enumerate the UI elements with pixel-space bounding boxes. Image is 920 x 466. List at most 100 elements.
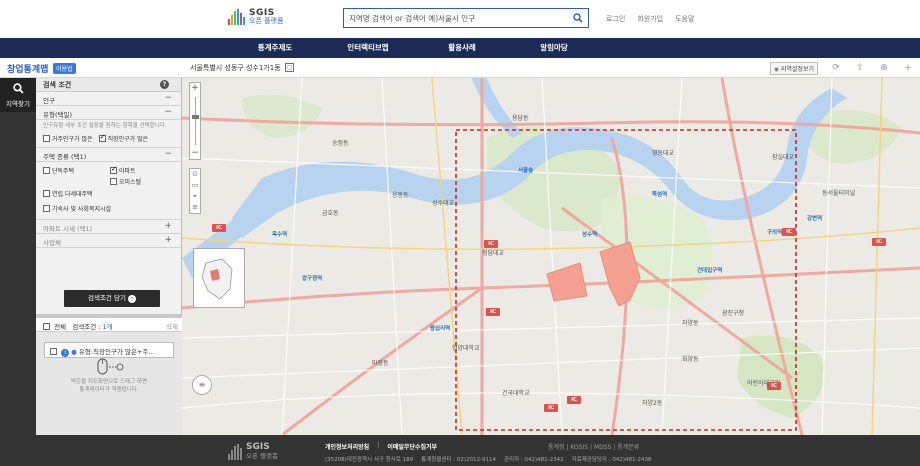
checkbox-multiplex[interactable]: 연립.다세대주택 <box>43 189 93 198</box>
map-label: 성수역 <box>582 232 598 238</box>
logo-bars-icon <box>228 9 245 25</box>
map-label: 화양동 <box>682 356 699 363</box>
ic-marker: IC <box>486 308 500 316</box>
select-all-checkbox[interactable] <box>43 323 50 330</box>
privacy-policy-link[interactable]: 개인정보처리방침 <box>325 442 369 451</box>
share-icon[interactable]: ⇪ <box>848 63 872 73</box>
map-view[interactable]: + − ⊙ ▭ ⌖ ≡ ≡ 서울숲 성수역 뚝섬역 왕십리역 건대입구역 구의역… <box>182 78 920 435</box>
map-label: 잠실대교 <box>772 154 795 161</box>
zoom-in-button[interactable]: + <box>190 83 200 95</box>
sub-bar: 창업통계맵 이용법 서울특별시 성동구 성수1가1동 ▢ ◉ 지역설정보기 ⟳ … <box>0 58 920 78</box>
panel-header: 검색 조건 ? <box>36 78 181 92</box>
tab-label: 지역찾기 <box>6 100 30 108</box>
checkbox-officetel[interactable]: 오피스텔 <box>110 177 141 186</box>
checkbox-dormitory[interactable]: 기숙사 및 사회복지시설 <box>43 204 111 213</box>
zoom-control: + − <box>189 82 201 160</box>
map-label: 자양동 <box>682 320 699 327</box>
login-link[interactable]: 로그인 <box>606 14 625 24</box>
map-canvas <box>182 78 920 435</box>
condition-item[interactable]: i ● 유형:직장인구가 많은+주... <box>44 342 174 358</box>
section-population[interactable]: 인구 − <box>36 92 181 106</box>
expand-icon[interactable]: + <box>164 235 172 245</box>
checkbox-worker-pop[interactable]: 직장인구가 많은 <box>98 133 148 143</box>
help-icon[interactable]: ? <box>160 80 169 89</box>
email-policy-link[interactable]: 이메일무단수집거부 <box>387 442 437 451</box>
app-title: 창업통계맵 <box>7 65 49 75</box>
collapse-icon[interactable]: − <box>164 149 172 159</box>
map-label: 구의역 <box>767 230 783 236</box>
info-icon[interactable]: i <box>61 349 70 357</box>
help-link[interactable]: 도움말 <box>675 14 694 24</box>
footer-logo-title: SGIS <box>246 442 270 452</box>
ic-marker: IC <box>212 224 226 232</box>
print-icon[interactable]: ≡ <box>190 202 200 213</box>
map-label: 서울숲 <box>518 168 534 174</box>
map-label: 송정동 <box>332 140 349 147</box>
map-label: 옥수역 <box>272 232 288 238</box>
minimap-shape <box>201 258 233 300</box>
tab-region-search[interactable]: 지역찾기 <box>0 78 36 112</box>
collapse-icon[interactable]: − <box>164 107 172 117</box>
section-apt-price[interactable]: 아파트 시세 (택1) + <box>36 220 181 234</box>
collapse-icon[interactable]: − <box>164 93 172 103</box>
legend-icon[interactable]: ≡ <box>192 375 212 395</box>
address-select-button[interactable]: ▢ <box>285 63 294 72</box>
map-toolbar: ◉ 지역설정보기 ⟳ ⇪ ⊕ + <box>769 58 920 78</box>
top-links: 로그인 회원가입 도움말 <box>606 14 694 24</box>
bookmark-icon[interactable]: ⊕ <box>872 63 896 73</box>
footer-logo: SGIS 오픈 플랫폼 <box>228 443 278 460</box>
search-box <box>343 8 589 28</box>
footer: SGIS 오픈 플랫폼 개인정보처리방침 | 이메일무단수집거부 (35208)… <box>0 435 920 466</box>
section-housing[interactable]: 주택 종류 (택1) − <box>36 148 181 162</box>
delete-button[interactable]: 삭제 <box>166 321 178 331</box>
overview-minimap[interactable] <box>193 248 245 308</box>
nav-item-cases[interactable]: 활용사례 <box>422 38 502 58</box>
condition-checkbox[interactable] <box>50 348 57 355</box>
checkbox-resident-pop[interactable]: 거주인구가 많은 <box>43 134 93 143</box>
area-icon[interactable]: ▭ <box>190 180 200 191</box>
count-label: 검색조건 : <box>72 323 101 331</box>
ic-marker: IC <box>484 240 498 248</box>
map-label: 강변역 <box>807 216 823 222</box>
footer-info: (35208)대전광역시 서구 청사로 189 통계청콜센터 : 02)2012… <box>325 455 652 463</box>
result-header: 전체 검색조건 : 1개 삭제 <box>36 318 182 332</box>
search-icon[interactable] <box>573 13 583 23</box>
nav-item-theme[interactable]: 통계주제도 <box>235 38 315 58</box>
expand-icon[interactable]: + <box>164 221 172 231</box>
sgis-logo[interactable]: SGIS 오픈 플랫폼 <box>228 9 283 25</box>
zoom-slider[interactable] <box>190 95 200 148</box>
map-label: 광진구청 <box>722 310 745 317</box>
section-population-type[interactable]: 유형(택일) − <box>36 106 181 120</box>
checkbox-apartment[interactable]: 아파트 <box>110 165 136 175</box>
footer-contact: 자료제공담당자 : 042)481-2438 <box>571 457 652 463</box>
count-value: 1개 <box>102 323 113 331</box>
footer-related-links[interactable]: 통계청 | KOSIS | MDSS | 통계분류 <box>548 442 639 451</box>
checkbox-detached-house[interactable]: 단독주택 <box>43 166 74 175</box>
refresh-icon[interactable]: ⟳ <box>824 63 848 73</box>
add-icon[interactable]: + <box>896 63 920 73</box>
nav-item-interactive[interactable]: 인터랙티브맵 <box>328 38 408 58</box>
map-label: 청담대교 <box>482 250 505 257</box>
zoom-out-button[interactable]: − <box>190 148 200 160</box>
location-icon[interactable]: ⌖ <box>190 191 200 202</box>
select-all-label: 전체 <box>54 323 67 331</box>
distance-icon[interactable]: ⊙ <box>190 169 200 180</box>
footer-logo-subtitle: 오픈 플랫폼 <box>246 452 278 460</box>
region-setting-button[interactable]: ◉ 지역설정보기 <box>769 61 818 75</box>
search-input[interactable] <box>344 9 564 27</box>
ic-marker: IC <box>872 238 886 246</box>
footer-contact: 관리자 : 042)481-2342 <box>503 457 564 463</box>
map-label: 자양2동 <box>642 400 663 407</box>
signup-link[interactable]: 회원가입 <box>637 14 663 24</box>
main-nav: 통계주제도 인터랙티브맵 활용사례 알림마당 <box>0 38 920 58</box>
left-nav: 지역찾기 <box>0 78 36 435</box>
logo-bars-icon <box>228 443 242 460</box>
apply-conditions-button[interactable]: 검색조건 담기 › <box>64 290 160 307</box>
section-business[interactable]: 사업체 + <box>36 234 181 248</box>
usage-badge[interactable]: 이용법 <box>53 63 76 74</box>
population-description: 인구유형 세부 조건 설정을 원하는 항목을 선택합니다. <box>43 123 167 129</box>
nav-item-notice[interactable]: 알림마당 <box>514 38 594 58</box>
top-bar: SGIS 오픈 플랫폼 로그인 회원가입 도움말 <box>0 0 920 38</box>
map-label: 한양대학교 <box>452 345 480 352</box>
search-icon <box>12 83 24 94</box>
